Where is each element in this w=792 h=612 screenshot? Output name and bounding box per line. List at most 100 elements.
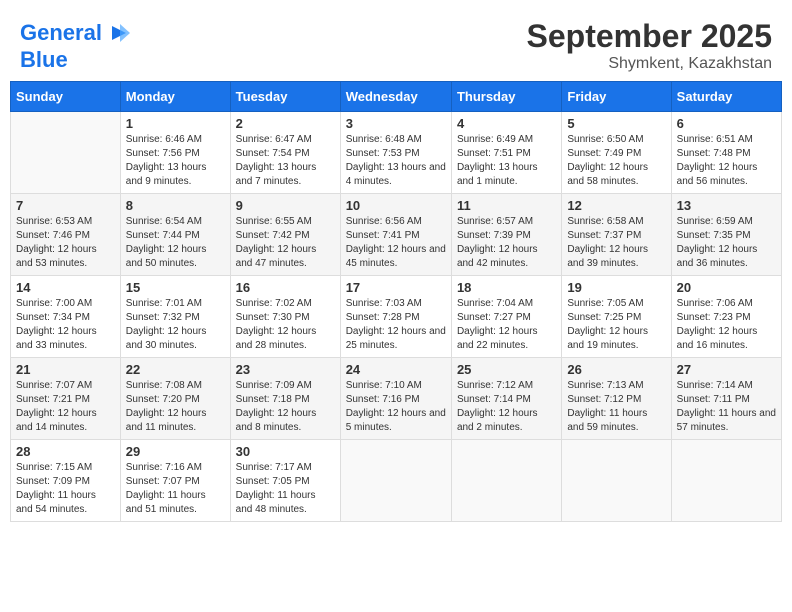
day-number: 17 <box>346 280 446 295</box>
calendar-cell: 28Sunrise: 7:15 AMSunset: 7:09 PMDayligh… <box>11 440 121 522</box>
daylight-text: Daylight: 12 hours and 56 minutes. <box>677 161 776 189</box>
day-info: Sunrise: 6:50 AMSunset: 7:49 PMDaylight:… <box>567 133 665 189</box>
calendar-cell: 11Sunrise: 6:57 AMSunset: 7:39 PMDayligh… <box>451 194 561 276</box>
logo-text: General <box>20 21 102 45</box>
calendar-cell: 26Sunrise: 7:13 AMSunset: 7:12 PMDayligh… <box>562 358 671 440</box>
sunrise-text: Sunrise: 7:02 AM <box>236 297 335 311</box>
sunrise-text: Sunrise: 7:10 AM <box>346 379 446 393</box>
daylight-text: Daylight: 12 hours and 30 minutes. <box>126 325 225 353</box>
calendar-cell: 12Sunrise: 6:58 AMSunset: 7:37 PMDayligh… <box>562 194 671 276</box>
calendar-cell: 15 Sunrise: 7:01 AMSunset: 7:32 PMDayligh… <box>120 276 230 358</box>
calendar-week-row: 1Sunrise: 6:46 AMSunset: 7:56 PMDaylight… <box>11 112 782 194</box>
sunrise-text: Sunrise: 6:56 AM <box>346 215 446 229</box>
day-info: Sunrise: 6:49 AMSunset: 7:51 PMDaylight:… <box>457 133 556 189</box>
day-info: Sunrise: 7:09 AMSunset: 7:18 PMDaylight:… <box>236 379 335 435</box>
calendar-cell <box>451 440 561 522</box>
sunrise-text: Sunrise: 7:14 AM <box>677 379 776 393</box>
sunset-text: Sunset: 7:21 PM <box>16 393 115 407</box>
sunset-text: Sunset: 7:28 PM <box>346 311 446 325</box>
sunset-text: Sunset: 7:44 PM <box>126 229 225 243</box>
weekday-header: Wednesday <box>340 82 451 112</box>
calendar-cell: 20Sunrise: 7:06 AMSunset: 7:23 PMDayligh… <box>671 276 781 358</box>
sunrise-text: Sunrise: 7:03 AM <box>346 297 446 311</box>
day-info: Sunrise: 6:53 AMSunset: 7:46 PMDaylight:… <box>16 215 115 271</box>
daylight-text: Daylight: 13 hours and 7 minutes. <box>236 161 335 189</box>
day-info: Sunrise: 6:58 AMSunset: 7:37 PMDaylight:… <box>567 215 665 271</box>
calendar-cell: 30Sunrise: 7:17 AMSunset: 7:05 PMDayligh… <box>230 440 340 522</box>
daylight-text: Daylight: 12 hours and 45 minutes. <box>346 243 446 271</box>
calendar-cell: 6Sunrise: 6:51 AMSunset: 7:48 PMDaylight… <box>671 112 781 194</box>
day-info: Sunrise: 7:13 AMSunset: 7:12 PMDaylight:… <box>567 379 665 435</box>
sunset-text: Sunset: 7:25 PM <box>567 311 665 325</box>
calendar-cell: 18Sunrise: 7:04 AMSunset: 7:27 PMDayligh… <box>451 276 561 358</box>
day-info: Sunrise: 7:04 AMSunset: 7:27 PMDaylight:… <box>457 297 556 353</box>
day-number: 16 <box>236 280 335 295</box>
sunrise-text: Sunrise: 6:54 AM <box>126 215 225 229</box>
day-number: 15 <box>126 280 225 295</box>
day-info: Sunrise: 6:57 AMSunset: 7:39 PMDaylight:… <box>457 215 556 271</box>
sunset-text: Sunset: 7:46 PM <box>16 229 115 243</box>
calendar-cell: 25Sunrise: 7:12 AMSunset: 7:14 PMDayligh… <box>451 358 561 440</box>
daylight-text: Daylight: 12 hours and 5 minutes. <box>346 407 446 435</box>
calendar-cell: 29Sunrise: 7:16 AMSunset: 7:07 PMDayligh… <box>120 440 230 522</box>
day-number: 10 <box>346 198 446 213</box>
day-number: 27 <box>677 362 776 377</box>
daylight-text: Daylight: 13 hours and 9 minutes. <box>126 161 225 189</box>
day-number: 19 <box>567 280 665 295</box>
day-info: Sunrise: 6:48 AMSunset: 7:53 PMDaylight:… <box>346 133 446 189</box>
sunset-text: Sunset: 7:56 PM <box>126 147 225 161</box>
calendar-cell: 13Sunrise: 6:59 AMSunset: 7:35 PMDayligh… <box>671 194 781 276</box>
sunset-text: Sunset: 7:32 PM <box>126 311 225 325</box>
sunrise-text: Sunrise: 7:08 AM <box>126 379 225 393</box>
calendar-cell: 10 Sunrise: 6:56 AMSunset: 7:41 PMDayligh… <box>340 194 451 276</box>
day-info: Sunrise: 7:16 AMSunset: 7:07 PMDaylight:… <box>126 461 225 517</box>
calendar-cell: 19 Sunrise: 7:05 AMSunset: 7:25 PMDayligh… <box>562 276 671 358</box>
day-info: Sunrise: 7:17 AMSunset: 7:05 PMDaylight:… <box>236 461 335 517</box>
daylight-text: Daylight: 12 hours and 16 minutes. <box>677 325 776 353</box>
daylight-text: Daylight: 12 hours and 42 minutes. <box>457 243 556 271</box>
sunrise-text: Sunrise: 7:06 AM <box>677 297 776 311</box>
sunrise-text: Sunrise: 7:17 AM <box>236 461 335 475</box>
day-number: 8 <box>126 198 225 213</box>
sunset-text: Sunset: 7:49 PM <box>567 147 665 161</box>
sunset-text: Sunset: 7:51 PM <box>457 147 556 161</box>
daylight-text: Daylight: 11 hours and 48 minutes. <box>236 489 335 517</box>
daylight-text: Daylight: 12 hours and 22 minutes. <box>457 325 556 353</box>
month-title: September 2025 <box>527 18 772 55</box>
sunset-text: Sunset: 7:16 PM <box>346 393 446 407</box>
calendar-week-row: 21Sunrise: 7:07 AMSunset: 7:21 PMDayligh… <box>11 358 782 440</box>
sunrise-text: Sunrise: 6:47 AM <box>236 133 335 147</box>
sunset-text: Sunset: 7:30 PM <box>236 311 335 325</box>
daylight-text: Daylight: 12 hours and 19 minutes. <box>567 325 665 353</box>
calendar-cell: 24Sunrise: 7:10 AMSunset: 7:16 PMDayligh… <box>340 358 451 440</box>
sunset-text: Sunset: 7:18 PM <box>236 393 335 407</box>
day-info: Sunrise: 7:15 AMSunset: 7:09 PMDaylight:… <box>16 461 115 517</box>
day-info: Sunrise: 7:12 AMSunset: 7:14 PMDaylight:… <box>457 379 556 435</box>
weekday-header: Sunday <box>11 82 121 112</box>
weekday-header: Tuesday <box>230 82 340 112</box>
calendar-cell: 17 Sunrise: 7:03 AMSunset: 7:28 PMDayligh… <box>340 276 451 358</box>
day-number: 9 <box>236 198 335 213</box>
sunrise-text: Sunrise: 6:57 AM <box>457 215 556 229</box>
daylight-text: Daylight: 12 hours and 53 minutes. <box>16 243 115 271</box>
daylight-text: Daylight: 12 hours and 39 minutes. <box>567 243 665 271</box>
day-number: 22 <box>126 362 225 377</box>
weekday-header: Thursday <box>451 82 561 112</box>
day-info: Sunrise: 7:06 AMSunset: 7:23 PMDaylight:… <box>677 297 776 353</box>
sunset-text: Sunset: 7:23 PM <box>677 311 776 325</box>
day-number: 2 <box>236 116 335 131</box>
sunset-text: Sunset: 7:53 PM <box>346 147 446 161</box>
calendar-header-row: SundayMondayTuesdayWednesdayThursdayFrid… <box>11 82 782 112</box>
sunrise-text: Sunrise: 7:05 AM <box>567 297 665 311</box>
sunset-text: Sunset: 7:48 PM <box>677 147 776 161</box>
sunrise-text: Sunrise: 7:01 AM <box>126 297 225 311</box>
calendar-week-row: 7Sunrise: 6:53 AMSunset: 7:46 PMDaylight… <box>11 194 782 276</box>
calendar-cell: 27Sunrise: 7:14 AMSunset: 7:11 PMDayligh… <box>671 358 781 440</box>
sunset-text: Sunset: 7:41 PM <box>346 229 446 243</box>
day-info: Sunrise: 6:55 AMSunset: 7:42 PMDaylight:… <box>236 215 335 271</box>
calendar-table: SundayMondayTuesdayWednesdayThursdayFrid… <box>10 81 782 522</box>
weekday-header: Monday <box>120 82 230 112</box>
day-info: Sunrise: 7:07 AMSunset: 7:21 PMDaylight:… <box>16 379 115 435</box>
calendar-cell: 14Sunrise: 7:00 AMSunset: 7:34 PMDayligh… <box>11 276 121 358</box>
day-info: Sunrise: 7:03 AMSunset: 7:28 PMDaylight:… <box>346 297 446 353</box>
